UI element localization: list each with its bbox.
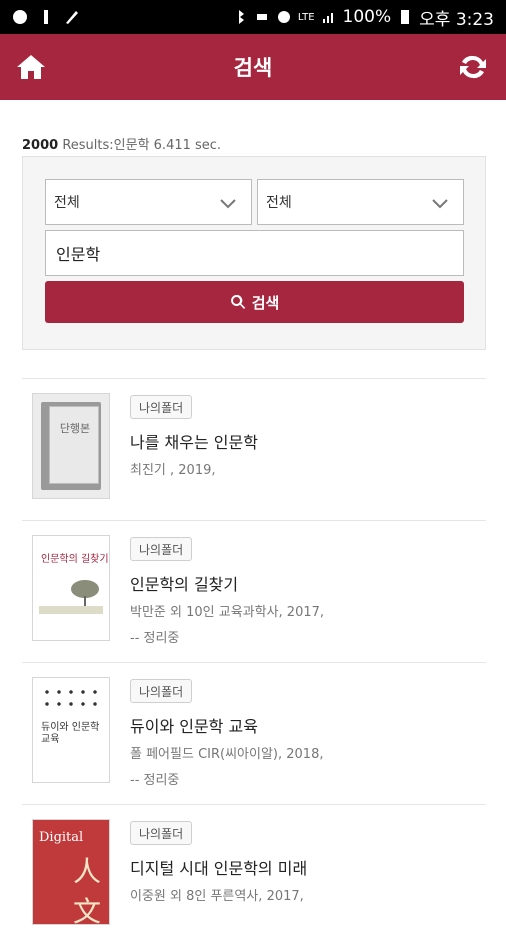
item-status: -- 정리중 <box>130 773 180 788</box>
clock: 오후 3:23 <box>419 9 494 30</box>
book-cover: Digital 人文 <box>32 819 110 925</box>
search-icon <box>230 294 245 309</box>
page-title: 검색 <box>233 56 273 80</box>
results-count: 2000 <box>22 138 59 153</box>
cover-title: Digital <box>39 830 84 845</box>
app-header: 검색 <box>0 34 506 100</box>
app-notification-icon <box>12 9 28 25</box>
home-button[interactable] <box>14 50 48 84</box>
item-meta: 최진기 , 2019, <box>130 463 216 478</box>
chevron-down-icon <box>431 194 449 212</box>
alarm-icon <box>276 9 292 25</box>
usb-icon <box>38 9 54 25</box>
scope-select-1-value: 전체 <box>54 195 80 211</box>
lte-indicator: LTE <box>297 11 315 23</box>
item-title: 인문학의 길찾기 <box>130 575 239 594</box>
search-button[interactable]: 검색 <box>45 281 464 323</box>
item-title: 나를 채우는 인문학 <box>130 433 258 452</box>
signal-icon <box>321 9 337 25</box>
list-item[interactable]: 단행본 나의폴더 나를 채우는 인문학 최진기 , 2019, <box>22 378 486 520</box>
item-status: -- 정리중 <box>130 631 180 646</box>
refresh-button[interactable] <box>456 50 490 84</box>
search-input[interactable] <box>45 230 464 276</box>
item-title: 디지털 시대 인문학의 미래 <box>130 859 308 878</box>
bluetooth-icon <box>232 9 248 25</box>
search-panel: 전체 전체 검색 <box>22 156 486 350</box>
battery-percent: 100% <box>342 7 392 27</box>
item-meta: 박만준 외 10인 교육과학사, 2017, <box>130 605 325 620</box>
results-summary: 2000 Results:인문학 6.411 sec. <box>22 134 221 153</box>
list-item[interactable]: 인문학의 길찾기 나의폴더 인문학의 길찾기 박만준 외 10인 교육과학사, … <box>22 520 486 662</box>
cover-big-text: 人文 <box>73 855 102 925</box>
book-cover: 인문학의 길찾기 <box>32 535 110 641</box>
results-list: 단행본 나의폴더 나를 채우는 인문학 최진기 , 2019, 인문학의 길찾기… <box>22 378 486 946</box>
my-folder-tag[interactable]: 나의폴더 <box>130 821 193 845</box>
pen-icon <box>64 9 80 25</box>
list-item[interactable]: 듀이와 인문학 교육 나의폴더 듀이와 인문학 교육 폴 페어필드 CIR(씨아… <box>22 662 486 804</box>
cover-title: 듀이와 인문학 교육 <box>41 722 100 745</box>
my-folder-tag[interactable]: 나의폴더 <box>130 395 193 419</box>
item-title: 듀이와 인문학 교육 <box>130 717 258 736</box>
item-meta: 폴 페어필드 CIR(씨아이알), 2018, <box>130 747 324 762</box>
scope-select-2-value: 전체 <box>266 195 292 211</box>
book-cover: 단행본 <box>32 393 110 499</box>
status-bar: LTE 100% 오후 3:23 <box>0 0 506 34</box>
home-icon <box>17 55 45 79</box>
results-text: Results:인문학 6.411 sec. <box>62 138 222 153</box>
book-cover: 듀이와 인문학 교육 <box>32 677 110 783</box>
item-meta: 이중원 외 8인 푸른역사, 2017, <box>130 889 304 904</box>
scope-select-2[interactable]: 전체 <box>257 179 464 225</box>
scope-select-1[interactable]: 전체 <box>45 179 252 225</box>
cover-title: 인문학의 길찾기 <box>41 554 109 565</box>
search-button-label: 검색 <box>251 293 280 312</box>
cover-label: 단행본 <box>59 422 91 435</box>
my-folder-tag[interactable]: 나의폴더 <box>130 679 193 703</box>
list-item[interactable]: Digital 人文 나의폴더 디지털 시대 인문학의 미래 이중원 외 8인 … <box>22 804 486 946</box>
mute-icon <box>254 9 270 25</box>
battery-icon <box>397 9 413 25</box>
my-folder-tag[interactable]: 나의폴더 <box>130 537 193 561</box>
chevron-down-icon <box>219 194 237 212</box>
refresh-icon <box>460 55 486 79</box>
